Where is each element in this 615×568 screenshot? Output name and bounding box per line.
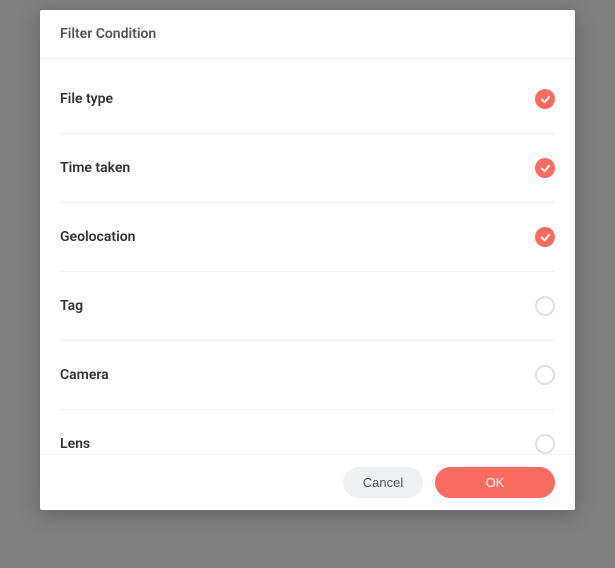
- filter-label: Tag: [60, 298, 83, 314]
- filter-row: Time taken: [60, 134, 555, 203]
- ok-button[interactable]: OK: [435, 467, 555, 498]
- filter-row: Lens: [60, 410, 555, 454]
- unchecked-circle-icon[interactable]: [535, 365, 555, 385]
- modal-title: Filter Condition: [40, 10, 575, 59]
- unchecked-circle-icon[interactable]: [535, 296, 555, 316]
- cancel-button[interactable]: Cancel: [343, 467, 423, 498]
- modal-body[interactable]: File type Time taken Geolocation Tag Camera L…: [40, 59, 575, 454]
- checkmark-icon[interactable]: [535, 158, 555, 178]
- filter-row: File type: [60, 59, 555, 134]
- filter-label: Lens: [60, 436, 90, 452]
- checkmark-icon[interactable]: [535, 227, 555, 247]
- filter-condition-modal: Filter Condition File type Time taken Geol…: [40, 10, 575, 510]
- modal-footer: Cancel OK: [40, 454, 575, 510]
- filter-row: Tag: [60, 272, 555, 341]
- filter-label: File type: [60, 91, 113, 107]
- unchecked-circle-icon[interactable]: [535, 434, 555, 454]
- checkmark-icon[interactable]: [535, 89, 555, 109]
- filter-row: Geolocation: [60, 203, 555, 272]
- filter-label: Time taken: [60, 160, 130, 176]
- filter-label: Geolocation: [60, 229, 135, 245]
- filter-label: Camera: [60, 367, 109, 383]
- filter-row: Camera: [60, 341, 555, 410]
